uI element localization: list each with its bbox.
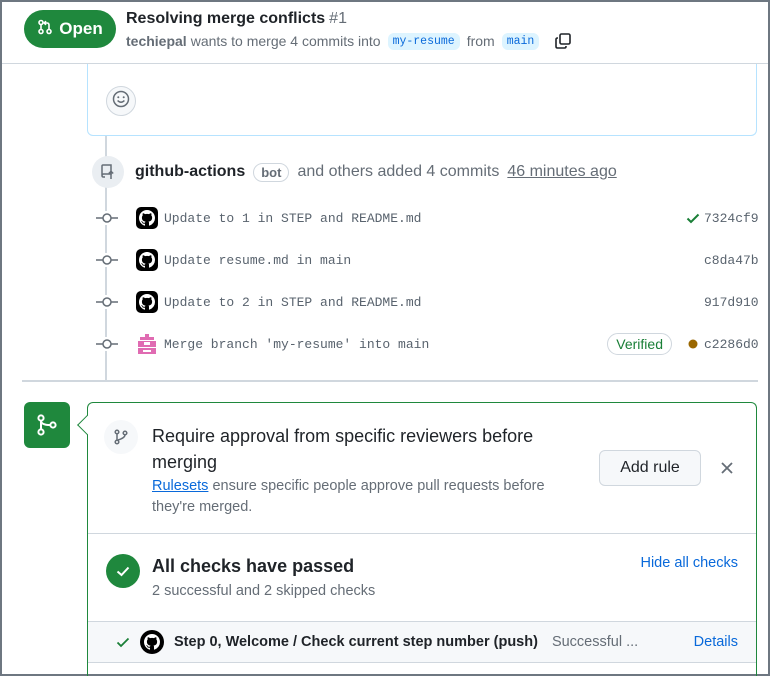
copy-icon[interactable] [554, 32, 572, 50]
commit-row: Merge branch 'my-resume' into main Verif… [96, 330, 759, 358]
pr-author-link[interactable]: techiepal [126, 33, 187, 49]
rulesets-link[interactable]: Rulesets [152, 478, 208, 494]
pr-from-text: from [466, 33, 495, 49]
ruleset-suggestion: Require approval from specific reviewers… [88, 403, 756, 534]
check-icon[interactable] [684, 210, 702, 226]
commits-summary: and others added 4 commits [297, 163, 500, 180]
checks-title: All checks have passed [152, 556, 355, 576]
pending-dot-icon[interactable] [684, 339, 702, 349]
check-status: Successful ... [551, 634, 639, 650]
github-icon[interactable] [136, 249, 158, 271]
commit-message-link[interactable]: Update to 1 in STEP and README.md [164, 211, 684, 226]
base-branch-label[interactable]: my-resume [387, 32, 460, 50]
pull-request-icon [37, 19, 53, 40]
pr-header: Open Resolving merge conflicts #1 techiep… [2, 2, 768, 64]
check-icon [116, 635, 132, 649]
pr-state-badge: Open [24, 10, 116, 48]
github-icon[interactable] [136, 291, 158, 313]
smiley-icon [112, 90, 130, 113]
hide-all-checks-button[interactable]: Hide all checks [640, 555, 738, 571]
github-icon [140, 630, 164, 654]
head-branch-label[interactable]: main [501, 32, 540, 50]
checks-passed-icon [106, 554, 140, 588]
add-reaction-button[interactable] [106, 86, 136, 116]
pr-title: Resolving merge conflicts #1 [126, 10, 347, 28]
ruleset-description: Rulesets ensure specific people approve … [152, 476, 572, 518]
pr-meta-text: wants to merge 4 commits into [190, 33, 381, 49]
commit-message-link[interactable]: Update to 2 in STEP and README.md [164, 295, 684, 310]
pr-state-label: Open [59, 19, 103, 38]
commit-dot-icon [96, 295, 118, 309]
check-name: Step 0, Welcome / Check current step num… [174, 634, 538, 650]
ruleset-description-text: ensure specific people approve pull requ… [152, 478, 545, 515]
commits-group-header: github-actions bot and others added 4 co… [92, 156, 617, 188]
commit-dot-icon [96, 337, 118, 351]
bot-label: bot [253, 162, 290, 182]
commit-sha-link[interactable]: 7324cf9 [704, 211, 759, 226]
pr-title-text: Resolving merge conflicts [126, 10, 326, 27]
timeline-divider [22, 380, 758, 382]
commit-row: Update to 1 in STEP and README.md 7324cf… [96, 204, 759, 232]
comment-box [87, 64, 757, 136]
commit-actor-link[interactable]: github-actions [135, 163, 245, 181]
checks-subtitle: 2 successful and 2 skipped checks [152, 583, 376, 599]
repo-push-icon [92, 156, 124, 188]
commit-sha-link[interactable]: c2286d0 [704, 337, 759, 352]
commit-row: Update resume.md in main c8da47b [96, 246, 759, 274]
commit-message-link[interactable]: Update resume.md in main [164, 253, 684, 268]
commits-timestamp[interactable]: 46 minutes ago [507, 163, 616, 181]
check-details-link[interactable]: Details [694, 634, 738, 650]
commit-row: Update to 2 in STEP and README.md 917d91… [96, 288, 759, 316]
check-row: Step 0, Welcome / Check current step num… [88, 621, 756, 663]
verified-badge[interactable]: Verified [607, 333, 672, 355]
pr-meta: techiepal wants to merge 4 commits into … [126, 32, 572, 50]
close-icon[interactable] [716, 457, 738, 479]
user-avatar[interactable] [136, 333, 158, 355]
branch-icon [104, 420, 138, 454]
ruleset-title: Require approval from specific reviewers… [152, 426, 534, 472]
commit-sha-link[interactable]: 917d910 [704, 295, 759, 310]
commit-dot-icon [96, 211, 118, 225]
pr-number: #1 [329, 10, 347, 27]
checks-summary: All checks have passed 2 successful and … [88, 535, 756, 621]
merge-status-icon [24, 402, 70, 448]
github-icon[interactable] [136, 207, 158, 229]
commit-dot-icon [96, 253, 118, 267]
commit-message-link[interactable]: Merge branch 'my-resume' into main [164, 337, 607, 352]
commit-sha-link[interactable]: c8da47b [704, 253, 759, 268]
add-rule-button[interactable]: Add rule [599, 450, 701, 486]
